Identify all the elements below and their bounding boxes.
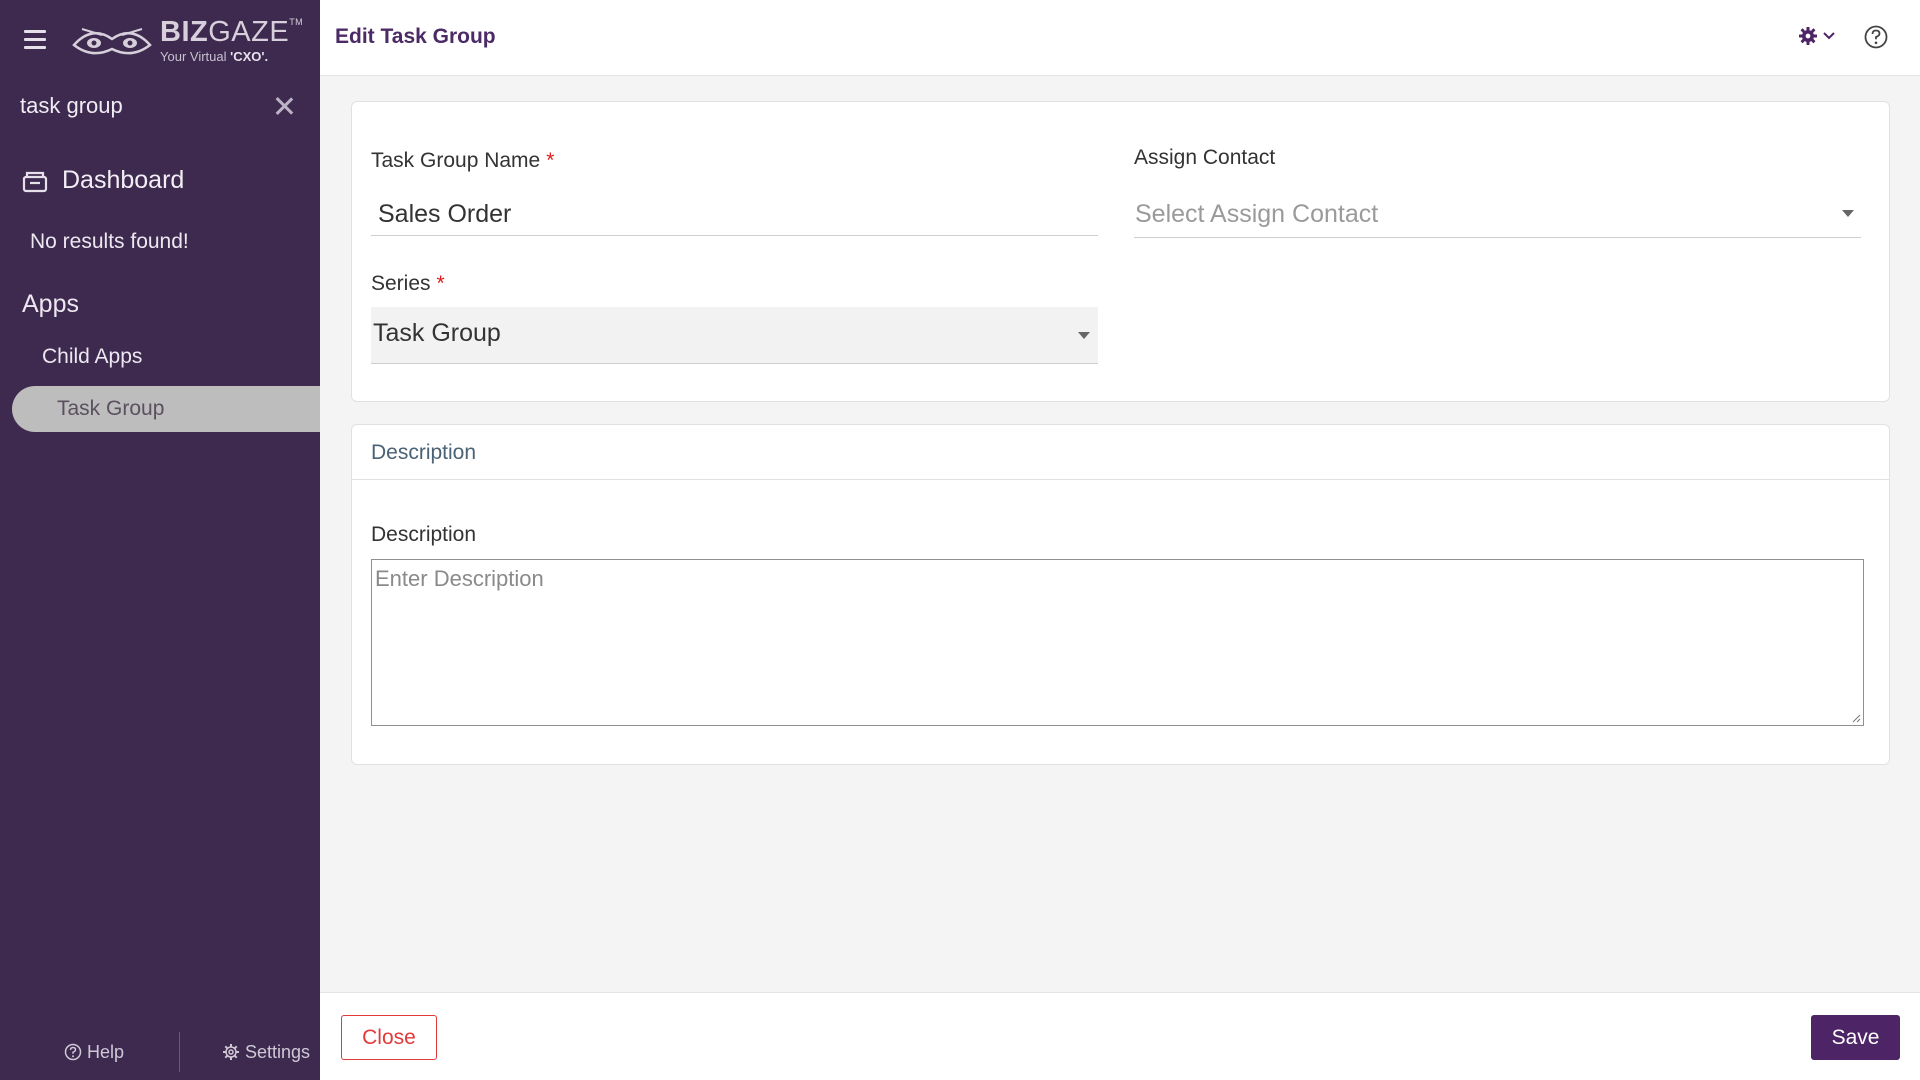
sidebar-footer: Help Settings — [0, 1030, 320, 1074]
description-placeholder: Enter Description — [375, 566, 544, 591]
task-group-form-card: Task Group Name * Sales Order Assign Cont… — [351, 101, 1890, 402]
page-title: Edit Task Group — [335, 25, 496, 48]
settings-label: Settings — [245, 1041, 311, 1062]
help-circle-icon — [64, 1043, 82, 1061]
no-results-message: No results found! — [30, 230, 189, 253]
sidebar-search-input[interactable]: task group — [20, 93, 123, 119]
task-group-name-label: Task Group Name * — [371, 149, 555, 172]
bottom-action-bar: Close Save — [320, 992, 1920, 1080]
dropdown-caret-icon — [1842, 210, 1854, 217]
save-button[interactable]: Save — [1811, 1015, 1900, 1060]
help-label: Help — [87, 1041, 125, 1062]
close-button[interactable]: Close — [341, 1015, 437, 1060]
hamburger-menu-icon[interactable] — [24, 30, 46, 50]
sidebar-item-child-apps[interactable]: Child Apps — [42, 345, 142, 369]
description-card: Description Description Enter Descriptio… — [351, 424, 1890, 765]
assign-contact-label: Assign Contact — [1134, 146, 1276, 169]
task-group-name-value: Sales Order — [378, 200, 512, 228]
dashboard-label: Dashboard — [62, 166, 185, 194]
description-section-title: Description — [371, 441, 477, 464]
series-value: Task Group — [373, 319, 501, 347]
sidebar-item-task-group[interactable]: Task Group — [12, 386, 320, 432]
resize-handle-icon[interactable] — [1851, 713, 1861, 723]
description-label: Description — [371, 523, 477, 546]
gear-icon — [223, 1044, 239, 1060]
sidebar-search[interactable]: task group — [20, 88, 310, 124]
dashboard-icon — [22, 171, 48, 192]
help-circle-icon[interactable] — [1863, 24, 1889, 50]
owl-eyes-logo-icon — [72, 27, 152, 54]
footer-divider — [179, 1032, 180, 1072]
gear-icon — [1799, 27, 1817, 45]
help-button[interactable]: Help — [64, 1042, 124, 1063]
bizgaze-logo[interactable]: BIZGAZETM Your Virtual 'CXO'. — [72, 18, 303, 63]
clear-search-icon[interactable] — [272, 94, 296, 118]
chevron-down-icon — [1823, 32, 1835, 40]
settings-button[interactable]: Settings — [222, 1042, 310, 1063]
assign-contact-select[interactable]: Select Assign Contact — [1134, 188, 1861, 238]
main-panel: Edit Task Group Task Group Name * Sales … — [320, 0, 1920, 1080]
sidebar-item-label: Task Group — [57, 397, 165, 420]
brand-name: BIZGAZETM — [160, 16, 304, 48]
logo-text: BIZGAZETM Your Virtual 'CXO'. — [160, 16, 304, 64]
sidebar-item-dashboard[interactable]: Dashboard — [22, 166, 184, 195]
top-bar: Edit Task Group — [320, 0, 1920, 76]
brand-tagline: Your Virtual 'CXO'. — [160, 49, 269, 64]
assign-contact-placeholder: Select Assign Contact — [1135, 200, 1379, 228]
apps-section-title: Apps — [22, 290, 79, 318]
dropdown-caret-icon — [1078, 332, 1090, 339]
series-select[interactable]: Task Group — [371, 307, 1098, 364]
description-section-header: Description — [352, 425, 1889, 480]
task-group-name-input[interactable]: Sales Order — [371, 188, 1098, 236]
settings-dropdown[interactable] — [1798, 26, 1836, 46]
description-textarea[interactable]: Enter Description — [371, 559, 1864, 726]
sidebar: BIZGAZETM Your Virtual 'CXO'. task group… — [0, 0, 320, 1080]
series-label: Series * — [371, 272, 445, 295]
